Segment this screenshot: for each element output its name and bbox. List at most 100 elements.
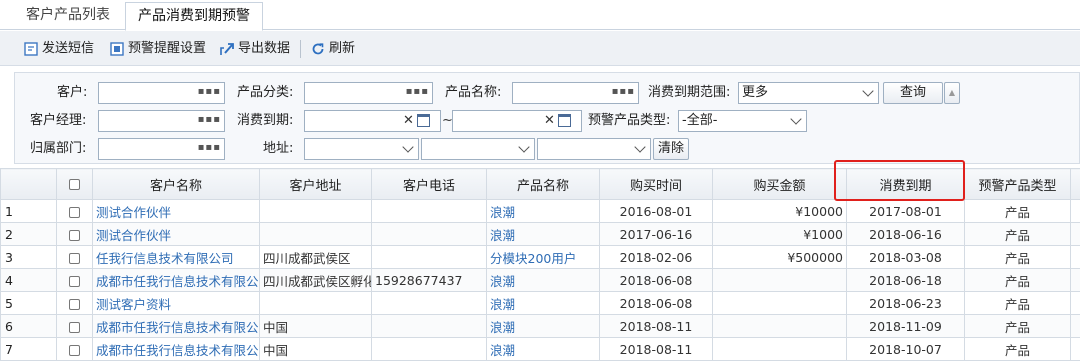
product-name-link[interactable]: 浪潮	[487, 292, 600, 315]
table-row[interactable]: 7成都市任我行信息技术有限公中国浪潮2018-08-112018-10-07产品	[1, 338, 1080, 361]
row-checkbox[interactable]	[69, 230, 80, 241]
product-category-input[interactable]: ▪▪▪	[304, 82, 433, 104]
row-select-cell[interactable]	[57, 246, 93, 269]
row-checkbox[interactable]	[69, 322, 80, 333]
customer-name-link[interactable]: 测试合作伙伴	[93, 200, 260, 223]
column-header-purchase-amount[interactable]: 购买金额	[713, 169, 847, 200]
tab-consumption-expiry-warning[interactable]: 产品消费到期预警	[125, 2, 263, 31]
product-name-link[interactable]: 浪潮	[487, 338, 600, 361]
ellipsis-icon[interactable]: ▪▪▪	[612, 87, 635, 97]
refresh-button[interactable]: 刷新	[311, 39, 355, 59]
product-name-input[interactable]: ▪▪▪	[512, 82, 639, 104]
column-header-product-name[interactable]: 产品名称	[487, 169, 600, 200]
row-number-cell: 6	[1, 315, 57, 338]
row-checkbox[interactable]	[69, 253, 80, 264]
table-row[interactable]: 5测试客户资料浪潮2018-06-082018-06-23产品	[1, 292, 1080, 315]
overflow-cell	[1071, 200, 1080, 223]
purchase-date-cell: 2018-08-11	[600, 315, 713, 338]
customer-name-link[interactable]: 测试客户资料	[93, 292, 260, 315]
consumption-expiry-cell: 2018-11-09	[847, 315, 965, 338]
product-name-link[interactable]: 浪潮	[487, 200, 600, 223]
calendar-icon[interactable]	[558, 114, 571, 127]
tab-customer-product-list[interactable]: 客户产品列表	[14, 2, 122, 30]
table-row[interactable]: 2测试合作伙伴浪潮2017-06-16¥10002018-06-16产品	[1, 223, 1080, 246]
expiry-start-date-input[interactable]: ✕	[304, 110, 441, 132]
expiry-range-select[interactable]: 更多	[738, 82, 879, 104]
product-name-link[interactable]: 浪潮	[487, 223, 600, 246]
column-header-customer-address[interactable]: 客户地址	[260, 169, 372, 200]
chevron-down-icon	[862, 85, 873, 96]
warning-product-type-select[interactable]: -全部-	[678, 110, 807, 132]
department-label: 归属部门:	[30, 138, 86, 160]
purchase-date-cell: 2018-06-08	[600, 269, 713, 292]
export-icon	[220, 42, 234, 56]
warning-product-type-cell: 产品	[965, 269, 1071, 292]
filter-panel: 客户: ▪▪▪ 产品分类: ▪▪▪ 产品名称: ▪▪▪ 消费到期范围: 更多 查…	[14, 72, 1080, 164]
row-select-cell[interactable]	[57, 269, 93, 292]
row-select-cell[interactable]	[57, 338, 93, 361]
ellipsis-icon[interactable]: ▪▪▪	[198, 143, 221, 153]
province-select[interactable]	[304, 138, 419, 160]
row-select-cell[interactable]	[57, 292, 93, 315]
customer-name-link[interactable]: 成都市任我行信息技术有限公	[93, 269, 260, 292]
district-select[interactable]	[537, 138, 651, 160]
clear-icon[interactable]: ✕	[403, 113, 414, 129]
overflow-cell	[1071, 292, 1080, 315]
overflow-cell	[1071, 246, 1080, 269]
query-button[interactable]: 查询	[883, 82, 943, 104]
row-checkbox[interactable]	[69, 276, 80, 287]
column-header-customer-name[interactable]: 客户名称	[93, 169, 260, 200]
customer-input[interactable]: ▪▪▪	[98, 82, 225, 104]
table-row[interactable]: 4成都市任我行信息技术有限公四川成都武侯区孵化15928677437浪潮2018…	[1, 269, 1080, 292]
warning-product-type-cell: 产品	[965, 292, 1071, 315]
city-select[interactable]	[421, 138, 535, 160]
customer-name-link[interactable]: 测试合作伙伴	[93, 223, 260, 246]
alert-settings-button[interactable]: 预警提醒设置	[110, 39, 206, 59]
row-select-cell[interactable]	[57, 223, 93, 246]
customer-name-link[interactable]: 成都市任我行信息技术有限公	[93, 338, 260, 361]
row-select-cell[interactable]	[57, 315, 93, 338]
expiry-end-date-input[interactable]: ✕	[452, 110, 582, 132]
clear-icon[interactable]: ✕	[544, 113, 555, 129]
settings-doc-icon	[110, 42, 124, 56]
customer-phone-cell	[372, 338, 487, 361]
collapse-toggle-button[interactable]: ▲	[944, 82, 960, 104]
calendar-icon[interactable]	[417, 114, 430, 127]
ellipsis-icon[interactable]: ▪▪▪	[198, 87, 221, 97]
warning-product-type-label: 预警产品类型:	[588, 110, 670, 132]
clear-button[interactable]: 清除	[653, 138, 689, 160]
row-checkbox[interactable]	[69, 299, 80, 310]
row-checkbox[interactable]	[69, 345, 80, 356]
table-row[interactable]: 6成都市任我行信息技术有限公中国浪潮2018-08-112018-11-09产品	[1, 315, 1080, 338]
product-name-link[interactable]: 分模块200用户	[487, 246, 600, 269]
ellipsis-icon[interactable]: ▪▪▪	[198, 115, 221, 125]
refresh-icon	[311, 42, 325, 56]
column-header-consumption-expiry[interactable]: 消费到期	[847, 169, 965, 200]
purchase-amount-cell	[713, 292, 847, 315]
column-header-customer-phone[interactable]: 客户电话	[372, 169, 487, 200]
table-header-row: 客户名称 客户地址 客户电话 产品名称 购买时间 购买金额 消费到期 预警产品类…	[1, 169, 1080, 200]
row-checkbox[interactable]	[69, 207, 80, 218]
account-manager-input[interactable]: ▪▪▪	[98, 110, 225, 132]
select-all-checkbox[interactable]	[69, 179, 80, 190]
warning-product-type-cell: 产品	[965, 223, 1071, 246]
column-header-purchase-date[interactable]: 购买时间	[600, 169, 713, 200]
product-name-link[interactable]: 浪潮	[487, 315, 600, 338]
send-sms-button[interactable]: 发送短信	[24, 39, 94, 59]
customer-name-link[interactable]: 任我行信息技术有限公司	[93, 246, 260, 269]
table-row[interactable]: 1测试合作伙伴浪潮2016-08-01¥100002017-08-01产品	[1, 200, 1080, 223]
chevron-down-icon	[402, 141, 413, 152]
product-name-link[interactable]: 浪潮	[487, 269, 600, 292]
row-select-cell[interactable]	[57, 200, 93, 223]
ellipsis-icon[interactable]: ▪▪▪	[406, 87, 429, 97]
export-button[interactable]: 导出数据	[220, 39, 290, 59]
customer-address-cell: 中国	[260, 315, 372, 338]
customer-name-link[interactable]: 成都市任我行信息技术有限公	[93, 315, 260, 338]
customer-label: 客户:	[57, 82, 87, 104]
department-input[interactable]: ▪▪▪	[98, 138, 225, 160]
column-header-warning-product-type[interactable]: 预警产品类型	[965, 169, 1071, 200]
table-row[interactable]: 3任我行信息技术有限公司四川成都武侯区分模块200用户2018-02-06¥50…	[1, 246, 1080, 269]
chevron-down-icon	[634, 141, 645, 152]
select-all-header[interactable]	[57, 169, 93, 200]
purchase-amount-cell: ¥500000	[713, 246, 847, 269]
